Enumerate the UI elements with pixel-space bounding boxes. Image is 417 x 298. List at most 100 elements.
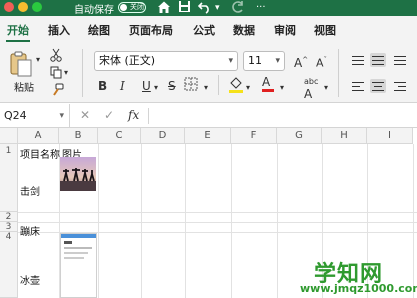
middle-align-button[interactable] [370, 53, 386, 67]
align-line [352, 90, 364, 91]
thumbnail-line [64, 252, 88, 254]
paste-options-icon[interactable]: ▾ [36, 53, 40, 67]
column-header-d[interactable]: D [141, 128, 185, 144]
confirm-entry-icon[interactable]: ✓ [104, 108, 114, 122]
column-header-i[interactable]: I [367, 128, 413, 144]
top-align-button[interactable] [350, 53, 366, 67]
font-color-glyph: A [262, 75, 271, 89]
borders-dropdown-icon[interactable]: ▾ [204, 81, 208, 95]
row-header-4[interactable]: 4 [0, 232, 18, 298]
chevron-down-icon: ▾ [228, 56, 233, 66]
window-controls [4, 2, 42, 12]
font-color-swatch [262, 89, 274, 92]
fencing-photo[interactable] [60, 157, 96, 191]
zoom-window-button[interactable] [32, 2, 42, 12]
thumbnail-line [64, 241, 72, 244]
align-line [372, 56, 384, 57]
format-painter-icon[interactable] [50, 83, 64, 100]
cancel-entry-icon[interactable]: ✕ [80, 108, 90, 122]
select-all-corner[interactable] [0, 128, 18, 144]
tab-page-layout[interactable]: 页面布局 [129, 22, 173, 38]
grid-line [185, 144, 186, 298]
screenshot-thumbnail[interactable] [60, 233, 97, 298]
column-header-a[interactable]: A [18, 128, 59, 144]
tab-formulas[interactable]: 公式 [193, 22, 215, 38]
align-line [394, 60, 406, 61]
cell-a3[interactable]: 蹦床 [20, 223, 40, 238]
autosave-state: 关闭 [130, 3, 144, 11]
tab-data[interactable]: 数据 [233, 22, 255, 38]
copy-dropdown-icon[interactable]: ▾ [64, 66, 68, 80]
decrease-font-size-button[interactable]: Aˇ [316, 53, 327, 71]
align-line [398, 86, 406, 87]
autosave-toggle[interactable]: 关闭 [118, 2, 146, 13]
underline-button[interactable]: U [142, 79, 151, 93]
cell-a2[interactable]: 击剑 [20, 183, 40, 198]
italic-button[interactable]: I [120, 79, 125, 93]
name-box[interactable]: Q24 ▾ [0, 104, 70, 128]
bottom-align-button[interactable] [392, 53, 408, 67]
watermark: 学知网 www.jmqz1000.com [296, 250, 417, 298]
borders-icon[interactable] [184, 77, 198, 94]
row-header-2[interactable]: 2 [0, 212, 18, 222]
chevron-down-icon: ▾ [275, 56, 280, 66]
font-size-value: 11 [248, 54, 262, 67]
align-line [394, 82, 406, 83]
font-color-dropdown-icon[interactable]: ▾ [280, 81, 284, 95]
grid-line [141, 144, 142, 298]
align-line [372, 64, 384, 65]
grid-line [413, 144, 414, 298]
cell-a4[interactable]: 冰壶 [20, 272, 40, 287]
underline-options-icon[interactable]: ▾ [154, 81, 158, 95]
grid-line [98, 144, 99, 298]
fill-color-icon[interactable] [228, 75, 244, 96]
bold-button[interactable]: B [98, 79, 107, 93]
name-box-value: Q24 [4, 109, 27, 122]
align-line [352, 64, 364, 65]
tab-insert[interactable]: 插入 [48, 22, 70, 38]
fill-color-dropdown-icon[interactable]: ▾ [246, 81, 250, 95]
phonetic-dropdown-icon[interactable]: ▾ [324, 81, 328, 95]
tab-draw[interactable]: 绘图 [88, 22, 110, 38]
thumbnail-header-bar [61, 234, 96, 238]
phonetic-guide-button[interactable]: abc A [304, 75, 318, 100]
align-line [372, 60, 384, 61]
column-header-c[interactable]: C [98, 128, 141, 144]
increase-font-size-button[interactable]: A^ [294, 53, 308, 70]
cut-icon[interactable] [50, 48, 62, 65]
align-line [352, 82, 364, 83]
watermark-url: www.jmqz1000.com [300, 282, 417, 295]
cell-a1-header[interactable]: 项目名称 [20, 146, 60, 161]
chevron-down-icon: ▾ [59, 111, 64, 121]
autosave-label: 自动保存 [74, 5, 114, 16]
strikethrough-button[interactable]: S [168, 79, 176, 93]
save-icon[interactable] [178, 0, 191, 17]
insert-function-icon[interactable]: fx [128, 108, 139, 122]
column-header-b[interactable]: B [59, 128, 98, 144]
align-line [394, 56, 406, 57]
column-header-g[interactable]: G [277, 128, 322, 144]
align-line [372, 82, 384, 83]
minimize-window-button[interactable] [18, 2, 28, 12]
align-left-button[interactable] [350, 79, 366, 93]
column-header-e[interactable]: E [185, 128, 231, 144]
more-commands-icon[interactable]: ··· [256, 0, 266, 16]
copy-icon[interactable] [50, 66, 62, 82]
row-header-1[interactable]: 1 [0, 144, 18, 212]
row-header-3[interactable]: 3 [0, 222, 18, 232]
tab-view[interactable]: 视图 [314, 22, 336, 38]
grid-line [18, 212, 417, 213]
align-right-button[interactable] [392, 79, 408, 93]
close-window-button[interactable] [4, 2, 14, 12]
font-color-button[interactable]: A [262, 75, 274, 92]
align-center-button[interactable] [370, 79, 386, 93]
font-name-select[interactable]: 宋体 (正文) ▾ [94, 51, 238, 71]
column-header-f[interactable]: F [231, 128, 277, 144]
tab-home[interactable]: 开始 [7, 22, 29, 38]
font-size-select[interactable]: 11 ▾ [243, 51, 285, 71]
tab-review[interactable]: 审阅 [274, 22, 296, 38]
column-header-h[interactable]: H [322, 128, 367, 144]
group-separator [218, 75, 219, 95]
undo-dropdown-icon[interactable]: ▾ [215, 0, 220, 16]
paste-icon[interactable] [10, 51, 32, 77]
